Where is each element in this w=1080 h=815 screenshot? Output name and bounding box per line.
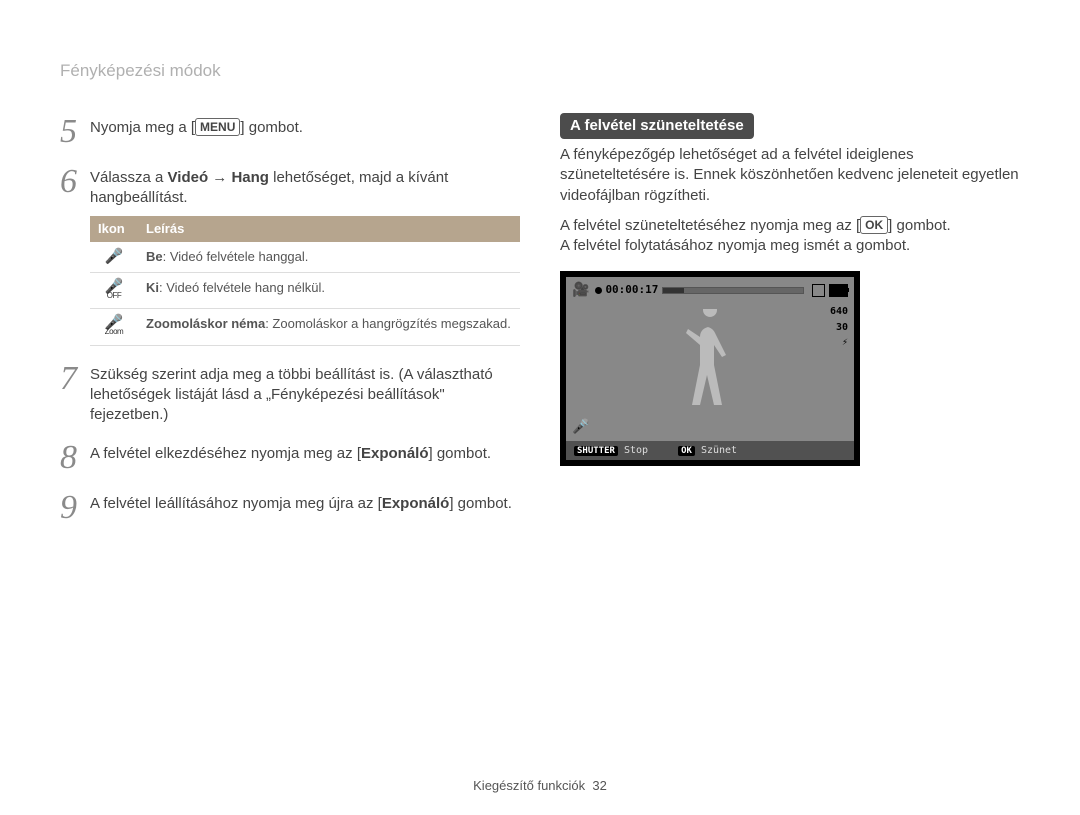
record-dot-icon xyxy=(595,287,602,294)
p2-post: ] gombot. xyxy=(888,217,951,234)
table-row: 🎤OFF Ki: Videó felvétele hang nélkül. xyxy=(90,272,520,309)
page-footer: Kiegészítő funkciók 32 xyxy=(0,777,1080,795)
lcd-screen: 🎥 00:00:17 640 30 ⚡ 🎤 xyxy=(566,277,854,460)
table-header-desc: Leírás xyxy=(138,216,520,242)
mic-off-icon: 🎤OFF xyxy=(90,272,138,309)
step-number: 5 xyxy=(60,113,90,149)
footer-page: 32 xyxy=(592,778,606,793)
mic-zoom-indicator-icon: 🎤 xyxy=(572,418,589,437)
table-cell-desc: Be: Videó felvétele hanggal. xyxy=(138,242,520,272)
row2-val: : Videó felvétele hang nélkül. xyxy=(159,280,325,295)
p3: A felvétel folytatásához nyomja meg ismé… xyxy=(560,237,910,254)
step6-bold1: Videó xyxy=(168,169,209,186)
step5-post: ] gombot. xyxy=(240,119,303,136)
step-body: Válassza a Videó → Hang lehetőséget, maj… xyxy=(90,163,520,346)
lcd-top-bar: 🎥 00:00:17 xyxy=(572,281,848,300)
step9-post: ] gombot. xyxy=(449,495,512,512)
row3-val: : Zoomoláskor a hangrögzítés megszakad. xyxy=(265,316,511,331)
step6-arrow: → xyxy=(208,169,231,186)
shutter-key-label: SHUTTER xyxy=(574,446,618,456)
step-9: 9 A felvétel leállításához nyomja meg új… xyxy=(60,489,520,525)
sd-card-icon xyxy=(812,284,825,297)
step-body: A felvétel leállításához nyomja meg újra… xyxy=(90,489,520,525)
lcd-resolution: 640 xyxy=(830,305,848,319)
lcd-timecode: 00:00:17 xyxy=(605,283,658,298)
step5-pre: Nyomja meg a [ xyxy=(90,119,195,136)
step-body: A felvétel elkezdéséhez nyomja meg az [E… xyxy=(90,439,520,475)
step-number: 7 xyxy=(60,360,90,426)
lcd-stop-hint: SHUTTER Stop xyxy=(574,444,648,458)
step6-bold2: Hang xyxy=(231,169,269,186)
lcd-right-indicators: 640 30 ⚡ xyxy=(830,305,848,352)
battery-icon xyxy=(829,284,848,297)
pause-label: Szünet xyxy=(701,445,737,456)
step9-pre: A felvétel leállításához nyomja meg újra… xyxy=(90,495,382,512)
left-column: 5 Nyomja meg a [MENU] gombot. 6 Válassza… xyxy=(60,113,520,539)
ok-button-label: OK xyxy=(860,216,888,234)
footer-section: Kiegészítő funkciók xyxy=(473,778,585,793)
table-header-icon: Ikon xyxy=(90,216,138,242)
step6-pre: Válassza a xyxy=(90,169,168,186)
table-row: 🎤Zoom Zoomoláskor néma: Zoomoláskor a ha… xyxy=(90,309,520,346)
right-column: A felvétel szüneteltetése A fényképezőgé… xyxy=(560,113,1020,539)
mic-on-icon: 🎤 xyxy=(90,242,138,272)
icon-sub-zoom: Zoom xyxy=(105,328,124,336)
step8-bold: Exponáló xyxy=(361,445,429,462)
lcd-fps: 30 xyxy=(830,321,848,335)
step-7: 7 Szükség szerint adja meg a többi beáll… xyxy=(60,360,520,426)
step-6: 6 Válassza a Videó → Hang lehetőséget, m… xyxy=(60,163,520,346)
boy-silhouette xyxy=(675,309,745,429)
step-number: 8 xyxy=(60,439,90,475)
lcd-progress-bar xyxy=(662,287,804,294)
pause-recording-heading: A felvétel szüneteltetése xyxy=(560,113,754,139)
mic-zoom-icon: 🎤Zoom xyxy=(90,309,138,346)
ok-key-label: OK xyxy=(678,446,695,456)
step-number: 6 xyxy=(60,163,90,346)
stop-label: Stop xyxy=(624,445,648,456)
step8-pre: A felvétel elkezdéséhez nyomja meg az [ xyxy=(90,445,361,462)
sound-options-table: Ikon Leírás 🎤 Be: Videó felvétele hangga… xyxy=(90,216,520,345)
row3-key: Zoomoláskor néma xyxy=(146,316,265,331)
menu-button-label: MENU xyxy=(195,118,240,136)
step-8: 8 A felvétel elkezdéséhez nyomja meg az … xyxy=(60,439,520,475)
pause-description-2: A felvétel szüneteltetéséhez nyomja meg … xyxy=(560,216,1020,257)
section-title: Fényképezési módok xyxy=(60,60,1020,83)
table-row: 🎤 Be: Videó felvétele hanggal. xyxy=(90,242,520,272)
two-column-layout: 5 Nyomja meg a [MENU] gombot. 6 Válassza… xyxy=(60,113,1020,539)
row2-key: Ki xyxy=(146,280,159,295)
step-body: Nyomja meg a [MENU] gombot. xyxy=(90,113,520,149)
step8-post: ] gombot. xyxy=(429,445,492,462)
step-5: 5 Nyomja meg a [MENU] gombot. xyxy=(60,113,520,149)
lcd-pause-hint: OK Szünet xyxy=(678,444,737,458)
table-header-row: Ikon Leírás xyxy=(90,216,520,242)
icon-sub-off: OFF xyxy=(105,292,124,300)
video-mode-icon: 🎥 xyxy=(572,281,589,300)
step9-bold: Exponáló xyxy=(382,495,450,512)
table-cell-desc: Zoomoláskor néma: Zoomoláskor a hangrögz… xyxy=(138,309,520,346)
lcd-bottom-bar: SHUTTER Stop OK Szünet xyxy=(566,441,854,461)
step-number: 9 xyxy=(60,489,90,525)
row1-val: : Videó felvétele hanggal. xyxy=(163,249,309,264)
lcd-preview: 🎥 00:00:17 640 30 ⚡ 🎤 xyxy=(560,271,860,466)
table-cell-desc: Ki: Videó felvétele hang nélkül. xyxy=(138,272,520,309)
pause-description-1: A fényképezőgép lehetőséget ad a felvéte… xyxy=(560,145,1020,206)
p2-pre: A felvétel szüneteltetéséhez nyomja meg … xyxy=(560,217,860,234)
flash-icon: ⚡ xyxy=(830,336,848,350)
row1-key: Be xyxy=(146,249,163,264)
step-body: Szükség szerint adja meg a többi beállít… xyxy=(90,360,520,426)
